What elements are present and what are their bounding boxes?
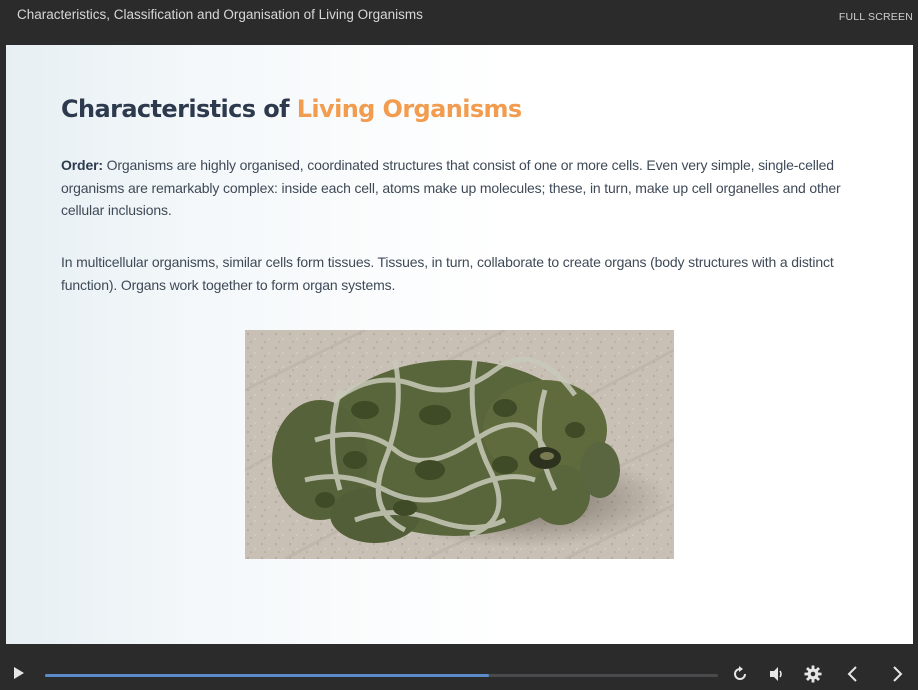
heading-main: Characteristics of	[61, 95, 297, 123]
heading-accent: Living Organisms	[296, 95, 523, 123]
toad-illustration	[245, 330, 674, 559]
paragraph-order: Order: Organisms are highly organised, c…	[61, 154, 851, 222]
order-text: Organisms are highly organised, coordina…	[61, 157, 841, 218]
next-icon[interactable]	[888, 665, 906, 683]
settings-icon[interactable]	[804, 665, 822, 683]
slide-heading: Characteristics of Living Organisms	[61, 95, 522, 123]
slide-content: Characteristics of Living Organisms Orde…	[6, 45, 913, 644]
toad-photo	[245, 330, 674, 559]
fullscreen-button[interactable]: FULL SCREEN	[839, 11, 913, 23]
paragraph-multicellular: In multicellular organisms, similar cell…	[61, 254, 834, 293]
volume-icon[interactable]	[768, 665, 786, 683]
seek-bar[interactable]	[45, 674, 718, 677]
course-title: Characteristics, Classification and Orga…	[17, 7, 423, 22]
prev-icon[interactable]	[844, 665, 862, 683]
player-controls	[0, 648, 918, 690]
replay-icon[interactable]	[731, 665, 749, 683]
play-icon[interactable]	[11, 665, 27, 681]
top-bar: Characteristics, Classification and Orga…	[0, 0, 918, 44]
order-label: Order:	[61, 157, 103, 173]
seek-bar-progress	[45, 674, 490, 677]
